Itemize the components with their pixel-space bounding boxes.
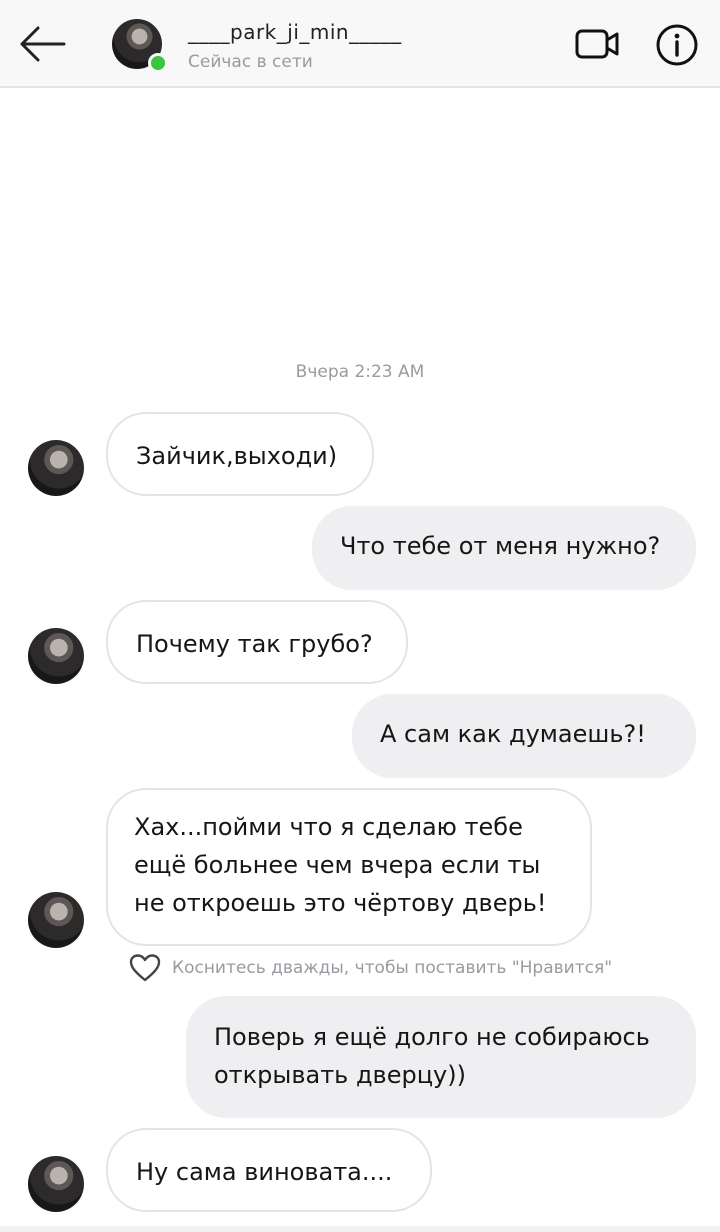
- bottom-divider: [0, 1226, 720, 1232]
- message-timestamp: Вчера 2:23 AM: [295, 362, 425, 382]
- contact-avatar[interactable]: [112, 19, 168, 73]
- info-button[interactable]: [654, 22, 700, 68]
- contact-username[interactable]: ____park_ji_min_____: [188, 20, 402, 44]
- video-call-button[interactable]: [574, 24, 622, 64]
- sender-avatar[interactable]: [28, 892, 84, 948]
- video-camera-icon: [575, 29, 619, 59]
- like-hint-text: Коснитесь дважды, чтобы поставить "Нрави…: [172, 958, 613, 978]
- incoming-message-bubble[interactable]: Ну сама виновата....: [106, 1128, 432, 1212]
- double-tap-like-hint[interactable]: Коснитесь дважды, чтобы поставить "Нрави…: [128, 952, 612, 984]
- incoming-message-bubble[interactable]: Почему так грубо?: [106, 600, 408, 684]
- online-indicator: [148, 53, 168, 73]
- incoming-message-bubble[interactable]: Зайчик,выходи): [106, 412, 374, 496]
- outgoing-message-bubble[interactable]: Что тебе от меня нужно?: [312, 506, 696, 590]
- outgoing-message-bubble[interactable]: А сам как думаешь?!: [352, 694, 696, 778]
- chat-screen: ____park_ji_min_____ Сейчас в сети Вчера…: [0, 0, 720, 1232]
- incoming-message-bubble[interactable]: Хах...пойми что я сделаю тебе ещё больне…: [106, 788, 592, 946]
- outgoing-message-bubble[interactable]: Поверь я ещё долго не собираюсь открыват…: [186, 996, 696, 1118]
- online-status: Сейчас в сети: [188, 52, 313, 72]
- sender-avatar[interactable]: [28, 440, 84, 496]
- chat-header: ____park_ji_min_____ Сейчас в сети: [0, 0, 720, 88]
- sender-avatar[interactable]: [28, 1156, 84, 1212]
- back-button[interactable]: [14, 22, 70, 66]
- heart-icon: [129, 954, 161, 982]
- sender-avatar[interactable]: [28, 628, 84, 684]
- arrow-left-icon: [20, 26, 66, 62]
- info-icon: [656, 24, 698, 66]
